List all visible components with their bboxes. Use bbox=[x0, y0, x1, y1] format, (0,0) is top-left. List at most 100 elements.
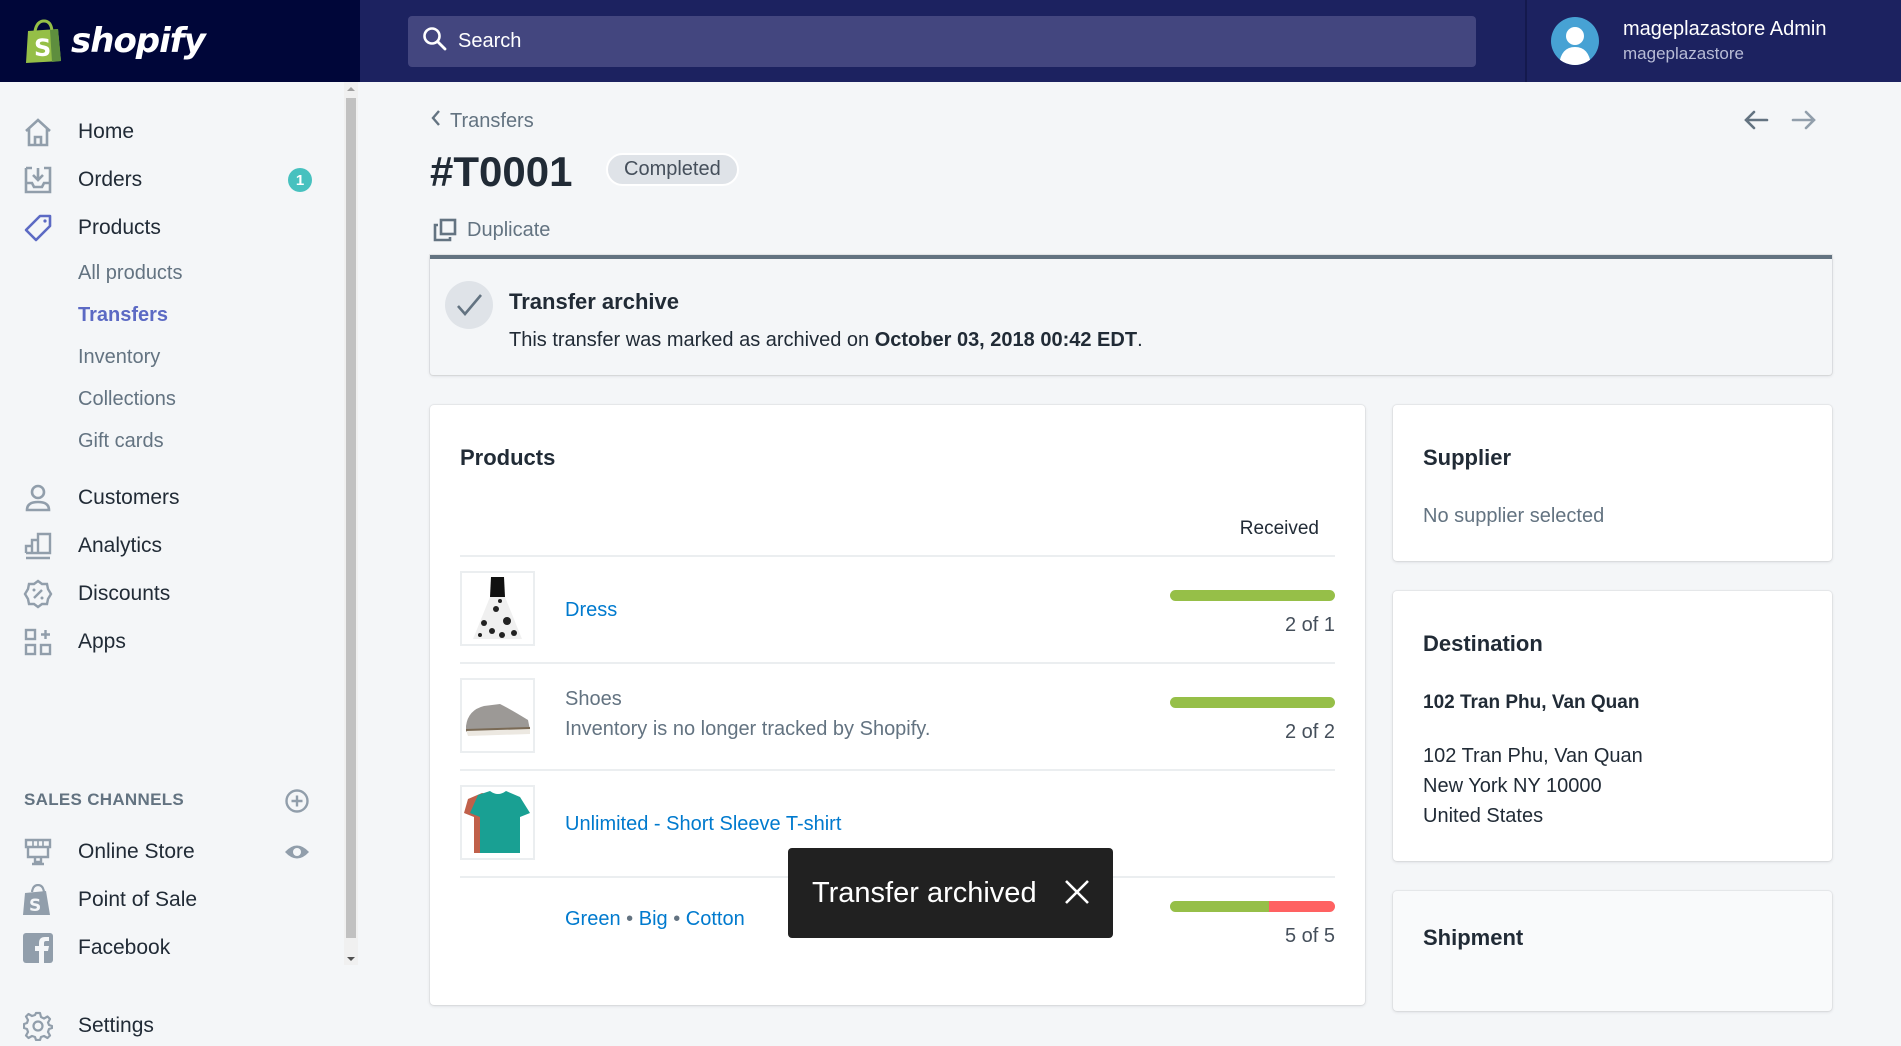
destination-address-line: 102 Tran Phu, Van Quan bbox=[1423, 745, 1643, 767]
archive-banner: Transfer archive This transfer was marke… bbox=[430, 255, 1832, 375]
received-progress-bar bbox=[1170, 901, 1335, 912]
tag-icon bbox=[22, 212, 54, 244]
avatar-icon bbox=[1551, 17, 1599, 65]
breadcrumb-transfers[interactable]: Transfers bbox=[428, 108, 534, 134]
search-icon bbox=[422, 26, 448, 57]
next-arrow-icon[interactable] bbox=[1790, 108, 1818, 137]
store-icon bbox=[22, 836, 54, 868]
duplicate-button[interactable]: Duplicate bbox=[433, 218, 550, 242]
sidebar: Home Orders 1 Products All products Tran… bbox=[0, 82, 360, 1041]
previous-arrow-icon[interactable] bbox=[1742, 108, 1770, 137]
gear-icon bbox=[22, 1010, 54, 1042]
destination-address-line: New York NY 10000 bbox=[1423, 775, 1602, 797]
user-name: mageplazastore Admin bbox=[1623, 18, 1827, 40]
variant-option-material[interactable]: Cotton bbox=[686, 908, 745, 930]
search-bar[interactable] bbox=[408, 16, 1476, 67]
tshirt-thumbnail bbox=[460, 785, 535, 860]
destination-name: 102 Tran Phu, Van Quan bbox=[1423, 692, 1640, 713]
product-link-tshirt[interactable]: Unlimited - Short Sleeve T-shirt bbox=[565, 813, 841, 836]
received-progress-bar bbox=[1170, 697, 1335, 708]
sidebar-item-online-store[interactable]: Online Store bbox=[22, 832, 322, 872]
received-quantity: 2 of 2 bbox=[1284, 721, 1335, 743]
status-badge: Completed bbox=[606, 153, 739, 186]
chevron-left-icon bbox=[428, 108, 444, 134]
received-column-header: Received bbox=[1239, 518, 1319, 539]
archive-text-suffix: . bbox=[1137, 329, 1143, 351]
sidebar-subitem-inventory[interactable]: Inventory bbox=[78, 346, 160, 369]
separator: • bbox=[626, 908, 634, 930]
received-bar-fill bbox=[1170, 590, 1335, 601]
toast-message: Transfer archived bbox=[812, 876, 1037, 909]
sidebar-subitem-all-products[interactable]: All products bbox=[78, 262, 183, 285]
sidebar-subitem-transfers[interactable]: Transfers bbox=[78, 304, 168, 327]
product-name-shoes: Shoes bbox=[565, 688, 622, 710]
sidebar-scrollbar[interactable] bbox=[344, 82, 358, 965]
product-note: Inventory is no longer tracked by Shopif… bbox=[565, 718, 931, 740]
user-menu[interactable]: mageplazastore Admin mageplazastore bbox=[1525, 0, 1901, 82]
archive-title: Transfer archive bbox=[509, 289, 679, 314]
search-input[interactable] bbox=[458, 30, 1358, 53]
sidebar-item-customers[interactable]: Customers bbox=[22, 478, 322, 518]
destination-card-title: Destination bbox=[1423, 631, 1543, 656]
sidebar-subitem-gift-cards[interactable]: Gift cards bbox=[78, 430, 164, 453]
received-bar-fill bbox=[1170, 697, 1335, 708]
facebook-icon bbox=[22, 932, 54, 964]
sales-channels-heading: SALES CHANNELS bbox=[24, 790, 185, 809]
scroll-thumb[interactable] bbox=[346, 98, 356, 938]
received-quantity: 5 of 5 bbox=[1284, 925, 1335, 947]
supplier-text: No supplier selected bbox=[1423, 505, 1605, 527]
logo-text: shopify bbox=[71, 21, 206, 61]
shipment-card: Shipment bbox=[1393, 891, 1832, 1011]
product-row-shoes: Shoes Inventory is no longer tracked by … bbox=[460, 662, 1335, 769]
archive-text-prefix: This transfer was marked as archived on bbox=[509, 329, 875, 351]
variant-option-size[interactable]: Big bbox=[639, 908, 668, 930]
orders-badge: 1 bbox=[288, 168, 312, 192]
sidebar-item-discounts[interactable]: Discounts bbox=[22, 574, 322, 614]
archive-text: This transfer was marked as archived on … bbox=[509, 329, 1143, 352]
received-progress-bar bbox=[1170, 590, 1335, 601]
svg-text:S: S bbox=[29, 896, 41, 916]
scroll-up-arrow-icon[interactable] bbox=[347, 87, 355, 91]
supplier-card: Supplier No supplier selected bbox=[1393, 405, 1832, 561]
close-icon[interactable] bbox=[1063, 878, 1091, 914]
add-sales-channel-icon[interactable] bbox=[284, 788, 310, 819]
sidebar-item-facebook[interactable]: Facebook bbox=[22, 928, 322, 968]
product-link-dress[interactable]: Dress bbox=[565, 599, 617, 622]
sidebar-item-point-of-sale[interactable]: S Point of Sale bbox=[22, 880, 322, 920]
received-bar-fill bbox=[1170, 901, 1269, 912]
apps-icon bbox=[22, 626, 54, 658]
products-card-title: Products bbox=[460, 445, 556, 470]
pos-bag-icon: S bbox=[22, 884, 54, 916]
separator: • bbox=[673, 908, 681, 930]
sidebar-subitem-collections[interactable]: Collections bbox=[78, 388, 176, 411]
breadcrumb-label: Transfers bbox=[450, 109, 534, 132]
sidebar-item-apps[interactable]: Apps bbox=[22, 622, 322, 662]
sidebar-item-analytics[interactable]: Analytics bbox=[22, 526, 322, 566]
destination-address-line: United States bbox=[1423, 805, 1544, 827]
duplicate-icon bbox=[433, 218, 457, 242]
destination-card: Destination 102 Tran Phu, Van Quan 102 T… bbox=[1393, 591, 1832, 861]
analytics-icon bbox=[22, 530, 54, 562]
home-icon bbox=[22, 116, 54, 148]
shipment-card-title: Shipment bbox=[1423, 925, 1524, 950]
discount-icon bbox=[22, 578, 54, 610]
sidebar-item-home[interactable]: Home bbox=[22, 112, 322, 152]
pagination bbox=[1742, 108, 1818, 137]
sidebar-item-settings[interactable]: Settings bbox=[22, 1006, 322, 1046]
shopify-logo[interactable]: S shopify bbox=[0, 0, 360, 82]
sidebar-item-orders[interactable]: Orders 1 bbox=[22, 160, 322, 200]
orders-icon bbox=[22, 164, 54, 196]
variant-option-color[interactable]: Green bbox=[565, 908, 621, 930]
duplicate-label: Duplicate bbox=[467, 218, 551, 241]
page-title: #T0001 bbox=[430, 148, 573, 195]
supplier-card-title: Supplier bbox=[1423, 445, 1512, 470]
sidebar-item-products[interactable]: Products bbox=[22, 208, 322, 248]
shopify-bag-icon: S bbox=[25, 19, 63, 63]
eye-icon[interactable] bbox=[284, 842, 310, 867]
user-store: mageplazastore bbox=[1623, 44, 1744, 63]
checkmark-icon bbox=[445, 281, 493, 329]
scroll-down-arrow-icon[interactable] bbox=[347, 957, 355, 961]
product-row-dress: Dress 2 of 1 bbox=[460, 555, 1335, 662]
dress-thumbnail bbox=[460, 571, 535, 646]
toast-notification: Transfer archived bbox=[788, 848, 1113, 938]
